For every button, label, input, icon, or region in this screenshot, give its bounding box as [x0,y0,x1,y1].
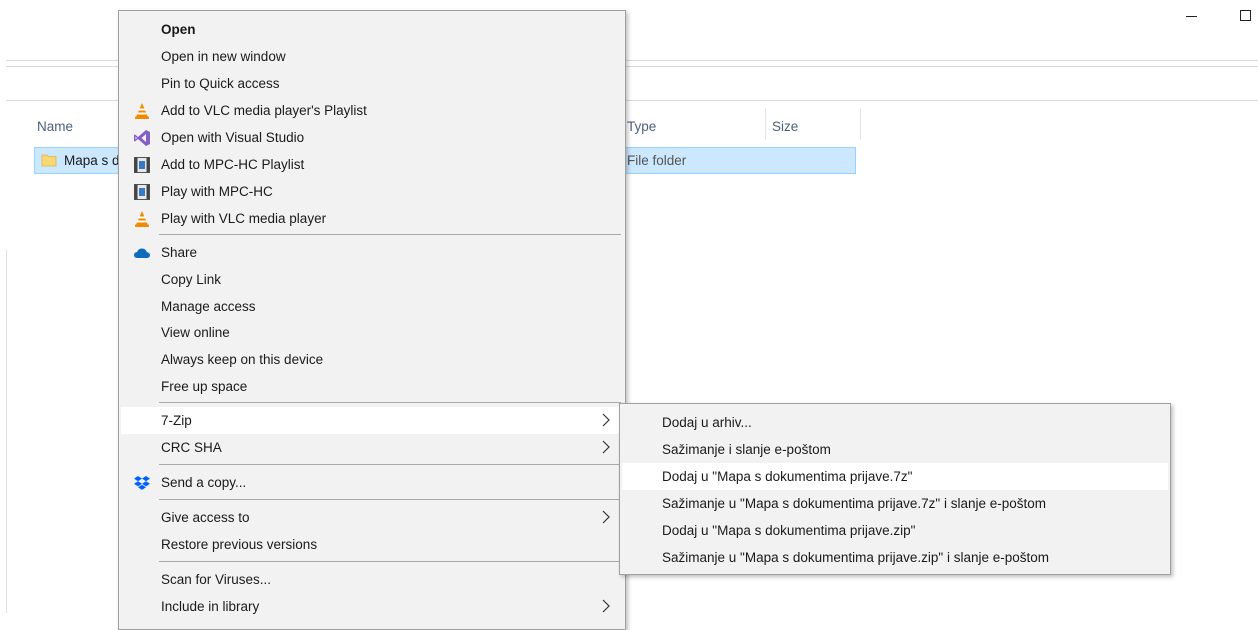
menu-item-copy-link[interactable]: Copy Link [121,266,623,293]
vlc-icon [135,211,149,227]
menu-item-send-copy[interactable]: Send a copy... [121,469,623,496]
submenu-item-add-archive[interactable]: Dodaj u arhiv... [622,409,1168,436]
visual-studio-icon [134,130,150,146]
menu-item-give-access[interactable]: Give access to [121,504,623,531]
chevron-right-icon [602,440,610,454]
menu-separator [159,561,621,562]
submenu-item-add-zip[interactable]: Dodaj u "Mapa s dokumentima prijave.zip" [622,517,1168,544]
menu-item-share[interactable]: Share [121,239,623,266]
chevron-right-icon [602,413,610,427]
menu-item-play-vlc[interactable]: Play with VLC media player [121,205,623,232]
menu-item-add-vlc-playlist[interactable]: Add to VLC media player's Playlist [121,97,623,124]
file-row-type: File folder [627,153,687,168]
mpc-hc-icon [134,157,150,173]
menu-separator [159,499,621,500]
context-menu: Open Open in new window Pin to Quick acc… [118,10,626,630]
menu-item-7zip[interactable]: 7-Zip [121,407,623,434]
submenu-item-compress-7z-email[interactable]: Sažimanje u "Mapa s dokumentima prijave.… [622,490,1168,517]
dropbox-icon [134,476,150,490]
menu-item-pin-quick-access[interactable]: Pin to Quick access [121,70,623,97]
submenu-item-compress-email[interactable]: Sažimanje i slanje e-poštom [622,436,1168,463]
submenu-7zip: Dodaj u arhiv... Sažimanje i slanje e-po… [619,403,1171,575]
menu-item-scan-viruses[interactable]: Scan for Viruses... [121,566,623,593]
file-row-name: Mapa s d [64,153,120,168]
chevron-right-icon [602,510,610,524]
menu-separator [159,464,621,465]
onedrive-cloud-icon [134,248,150,258]
vlc-icon [135,103,149,119]
menu-separator [159,402,621,403]
mpc-hc-icon [134,184,150,200]
menu-item-add-mpc-playlist[interactable]: Add to MPC-HC Playlist [121,151,623,178]
maximize-icon [1239,9,1251,21]
submenu-item-compress-zip-email[interactable]: Sažimanje u "Mapa s dokumentima prijave.… [622,544,1168,571]
menu-item-open-visual-studio[interactable]: Open with Visual Studio [121,124,623,151]
menu-item-crc-sha[interactable]: CRC SHA [121,434,623,461]
chevron-right-icon [602,599,610,613]
menu-item-restore-versions[interactable]: Restore previous versions [121,531,623,558]
column-header-size[interactable]: Size [772,112,798,140]
minimize-icon [1185,15,1197,17]
folder-icon [41,154,57,167]
menu-item-open[interactable]: Open [121,16,623,43]
submenu-item-add-7z[interactable]: Dodaj u "Mapa s dokumentima prijave.7z" [622,463,1168,490]
minimize-button[interactable] [1168,0,1214,30]
menu-separator [159,234,621,235]
menu-item-open-new-window[interactable]: Open in new window [121,43,623,70]
maximize-button[interactable] [1222,0,1258,30]
menu-item-free-up-space[interactable]: Free up space [121,373,623,400]
navigation-pane-edge [6,250,7,613]
menu-item-play-mpc[interactable]: Play with MPC-HC [121,178,623,205]
column-separator[interactable] [860,108,861,140]
column-header-name[interactable]: Name [37,112,73,140]
menu-item-include-library[interactable]: Include in library [121,593,623,620]
menu-item-view-online[interactable]: View online [121,319,623,346]
column-separator[interactable] [765,108,766,140]
menu-item-manage-access[interactable]: Manage access [121,293,623,320]
column-header-type[interactable]: Type [627,112,656,140]
menu-item-always-keep[interactable]: Always keep on this device [121,346,623,373]
